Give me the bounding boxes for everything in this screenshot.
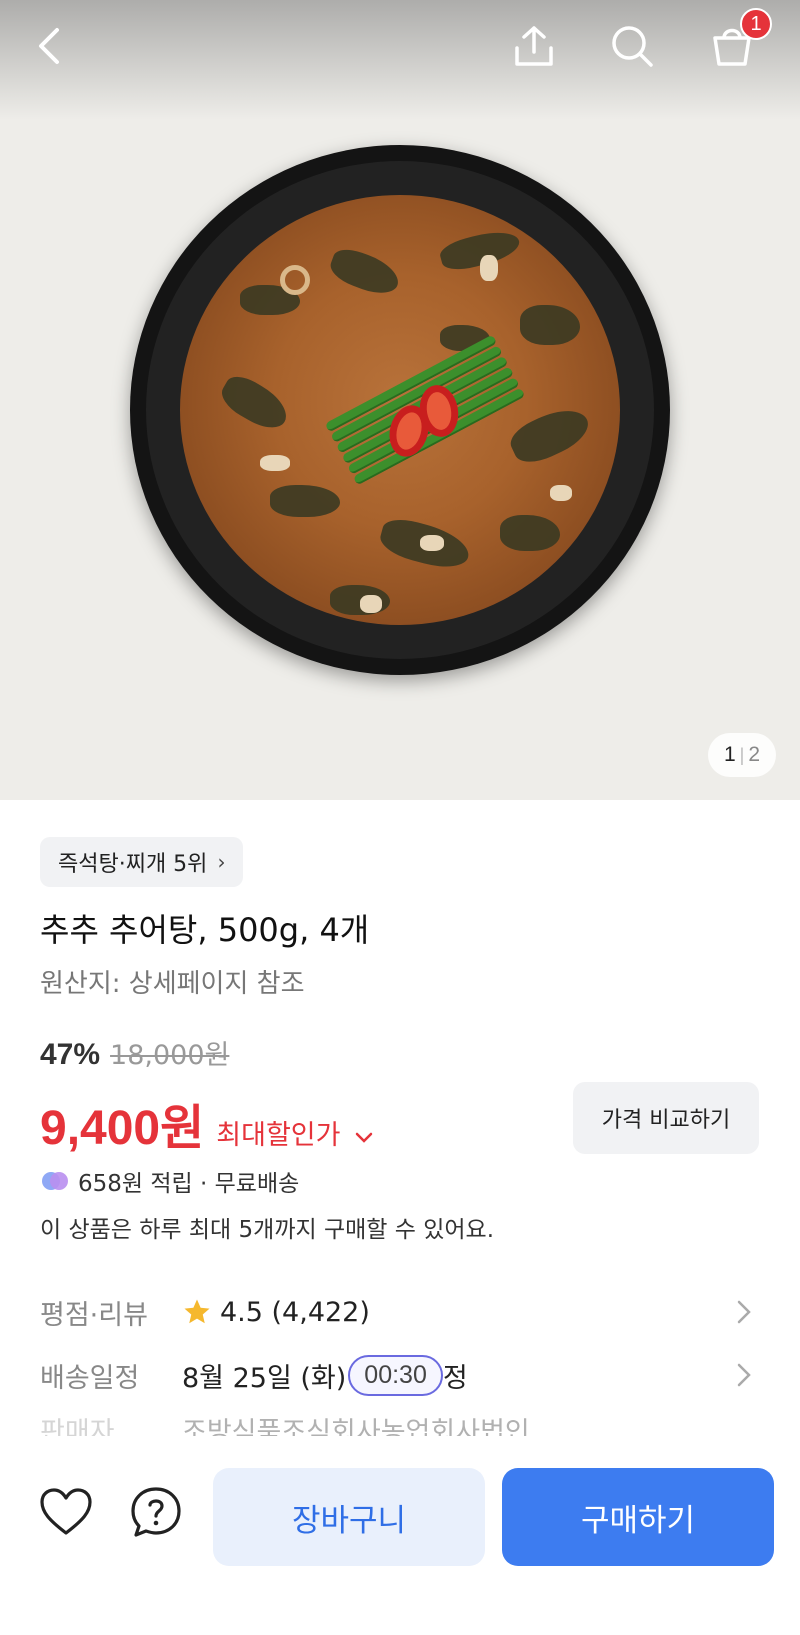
share-icon	[515, 26, 553, 66]
chevron-right-icon	[737, 1300, 751, 1324]
star-icon	[184, 1299, 210, 1324]
product-image[interactable]	[0, 0, 800, 800]
delivery-time: 00:30	[348, 1354, 443, 1396]
wishlist-button[interactable]	[38, 1484, 94, 1540]
chevron-right-icon: ›	[217, 850, 226, 874]
benefit-text: 658원 적립 · 무료배송	[78, 1171, 300, 1197]
inquiry-button[interactable]	[128, 1484, 184, 1540]
rating-value: 4.5 (4,422)	[220, 1296, 370, 1328]
rank-chip-label: 즉석탕·찌개 5위	[58, 852, 208, 877]
pager-current: 1	[723, 743, 736, 766]
chevron-right-icon	[737, 1363, 751, 1387]
rating-label: 평점·리뷰	[40, 1299, 148, 1331]
image-pager: 1 | 2	[707, 733, 776, 777]
top-bar: 1	[0, 0, 800, 92]
back-button[interactable]	[24, 20, 76, 72]
discount-row: 47% 18,000원	[40, 1033, 229, 1072]
delivery-schedule-row[interactable]: 배송일정 8월 25일 (화) 00:30 정	[40, 1350, 760, 1400]
heart-icon	[40, 1488, 92, 1535]
add-to-cart-button[interactable]: 장바구니	[213, 1468, 485, 1566]
sale-price: 9,400원	[40, 1102, 205, 1155]
back-icon	[39, 28, 59, 64]
delivery-suffix: 정	[442, 1362, 468, 1394]
max-discount-toggle[interactable]: 최대할인가	[216, 1113, 373, 1152]
delivery-label: 배송일정	[40, 1362, 140, 1394]
seller-row[interactable]: 판매자 조방식품조식회사농업회사법인	[40, 1410, 760, 1436]
max-discount-label: 최대할인가	[216, 1120, 341, 1151]
search-button[interactable]	[606, 20, 658, 72]
product-title: 추추 추어탕, 500g, 4개	[40, 911, 370, 949]
seller-value: 조방식품조식회사농업회사법인	[182, 1417, 530, 1436]
category-rank-chip[interactable]: 즉석탕·찌개 5위 ›	[40, 837, 244, 887]
original-price: 18,000원	[110, 1040, 230, 1071]
seller-label: 판매자	[40, 1417, 115, 1436]
share-button[interactable]	[508, 20, 560, 72]
buy-now-button[interactable]: 구매하기	[502, 1468, 774, 1566]
pager-total: 2	[748, 743, 760, 766]
price-compare-button[interactable]: 가격 비교하기	[573, 1082, 759, 1154]
cart-count-badge: 1	[740, 8, 772, 40]
delivery-date: 8월 25일 (화)	[182, 1362, 347, 1394]
chevron-down-icon	[355, 1132, 373, 1143]
price-row: 9,400원 최대할인가	[40, 1088, 373, 1158]
benefit-row: 658원 적립 · 무료배송	[40, 1164, 299, 1198]
question-icon	[131, 1487, 181, 1537]
point-coin-icon	[42, 1172, 68, 1190]
discount-rate: 47%	[40, 1038, 101, 1071]
bowl-illustration	[130, 145, 670, 675]
rating-review-row[interactable]: 평점·리뷰 4.5 (4,422)	[40, 1287, 760, 1337]
bottom-action-bar: 장바구니 구매하기	[0, 1440, 800, 1635]
cart-button[interactable]: 1	[706, 8, 772, 72]
purchase-limit-note: 이 상품은 하루 최대 5개까지 구매할 수 있어요.	[40, 1217, 495, 1243]
product-origin: 원산지: 상세페이지 참조	[40, 969, 305, 999]
search-icon	[612, 26, 653, 67]
